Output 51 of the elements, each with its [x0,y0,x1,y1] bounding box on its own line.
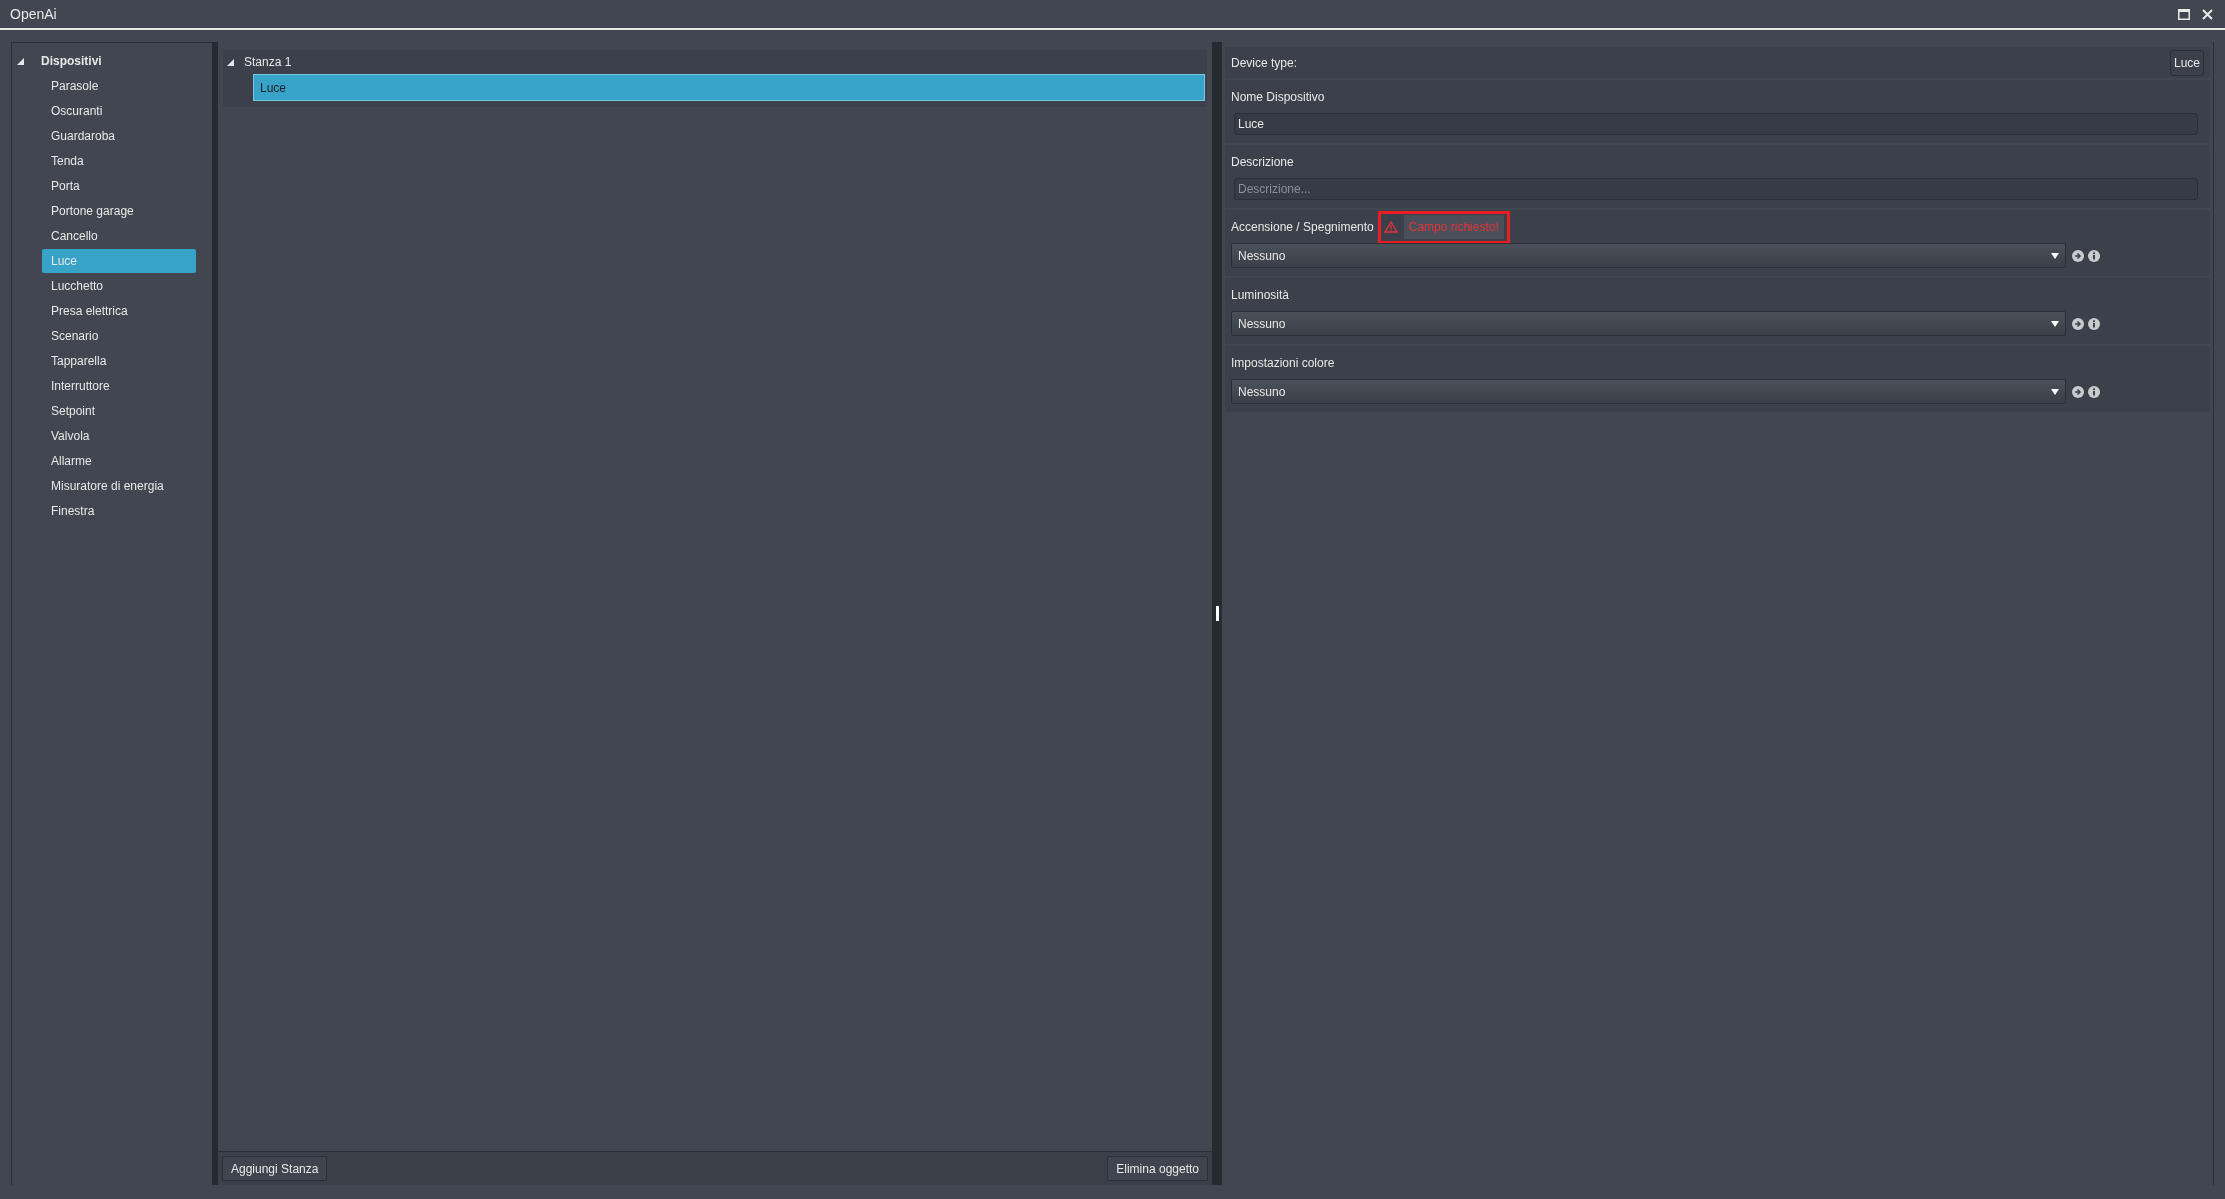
device-type-label: Device type: [1231,54,1298,72]
dropdown[interactable]: Nessuno [1231,379,2066,404]
tree-item[interactable]: Scenario [42,323,196,348]
dropdown[interactable]: Nessuno [1231,243,2066,268]
tree-category[interactable]: Dispositivi [41,52,102,70]
expanded-triangle-icon[interactable] [17,57,24,65]
text-field[interactable]: Luce [1234,113,2198,135]
close-icon[interactable] [2202,8,2213,20]
tree-item[interactable]: Guardaroba [42,123,196,148]
tree-item[interactable]: Finestra [42,498,196,523]
tree-item[interactable]: Misuratore di energia [42,473,196,498]
field-label: Descrizione [1231,154,1294,171]
error-message: Campo richiesto! [1403,215,1504,239]
tree-item[interactable]: Tenda [42,148,196,173]
tree-item[interactable]: Portone garage [42,198,196,223]
add-room-button[interactable]: Aggiungi Stanza [222,1156,328,1181]
maximize-icon[interactable] [2178,8,2190,20]
dropdown-arrow-icon [2051,388,2059,395]
device-type-value: Luce [2169,49,2204,76]
tree-item[interactable]: Tapparella [42,348,196,373]
expanded-triangle-icon[interactable] [227,58,234,66]
info-icon[interactable] [2088,249,2100,262]
tree-item[interactable]: Oscuranti [42,98,196,123]
room-item[interactable]: Stanza 1 [244,53,292,71]
text-field[interactable]: Descrizione... [1234,178,2198,200]
tree-item[interactable]: Valvola [42,423,196,448]
tree-item[interactable]: Allarme [42,448,196,473]
arrow-circle-icon[interactable] [2072,385,2084,398]
room-device-item[interactable]: Luce [253,74,1205,101]
splitter-handle[interactable] [1215,606,1219,621]
info-icon[interactable] [2088,385,2100,398]
tree-item[interactable]: Cancello [42,223,196,248]
field-label: Accensione / Spegnimento [1231,219,1374,236]
field-label: Impostazioni colore [1231,355,1335,372]
tree-item[interactable]: Lucchetto [42,273,196,298]
warning-icon [1383,221,1398,233]
tree-item[interactable]: Porta [42,173,196,198]
dropdown-arrow-icon [2051,320,2059,327]
field-label: Nome Dispositivo [1231,89,1325,106]
tree-item[interactable]: Setpoint [42,398,196,423]
window-title: OpenAi [10,4,57,24]
dropdown-arrow-icon [2051,252,2059,259]
delete-object-button[interactable]: Elimina oggetto [1107,1156,1208,1181]
info-icon[interactable] [2088,317,2100,330]
tree-item[interactable]: Interruttore [42,373,196,398]
field-label: Luminosità [1231,287,1290,304]
tree-item[interactable]: Presa elettrica [42,298,196,323]
dropdown[interactable]: Nessuno [1231,311,2066,336]
arrow-circle-icon[interactable] [2072,249,2084,262]
arrow-circle-icon[interactable] [2072,317,2084,330]
tree-item[interactable]: Parasole [42,73,196,98]
